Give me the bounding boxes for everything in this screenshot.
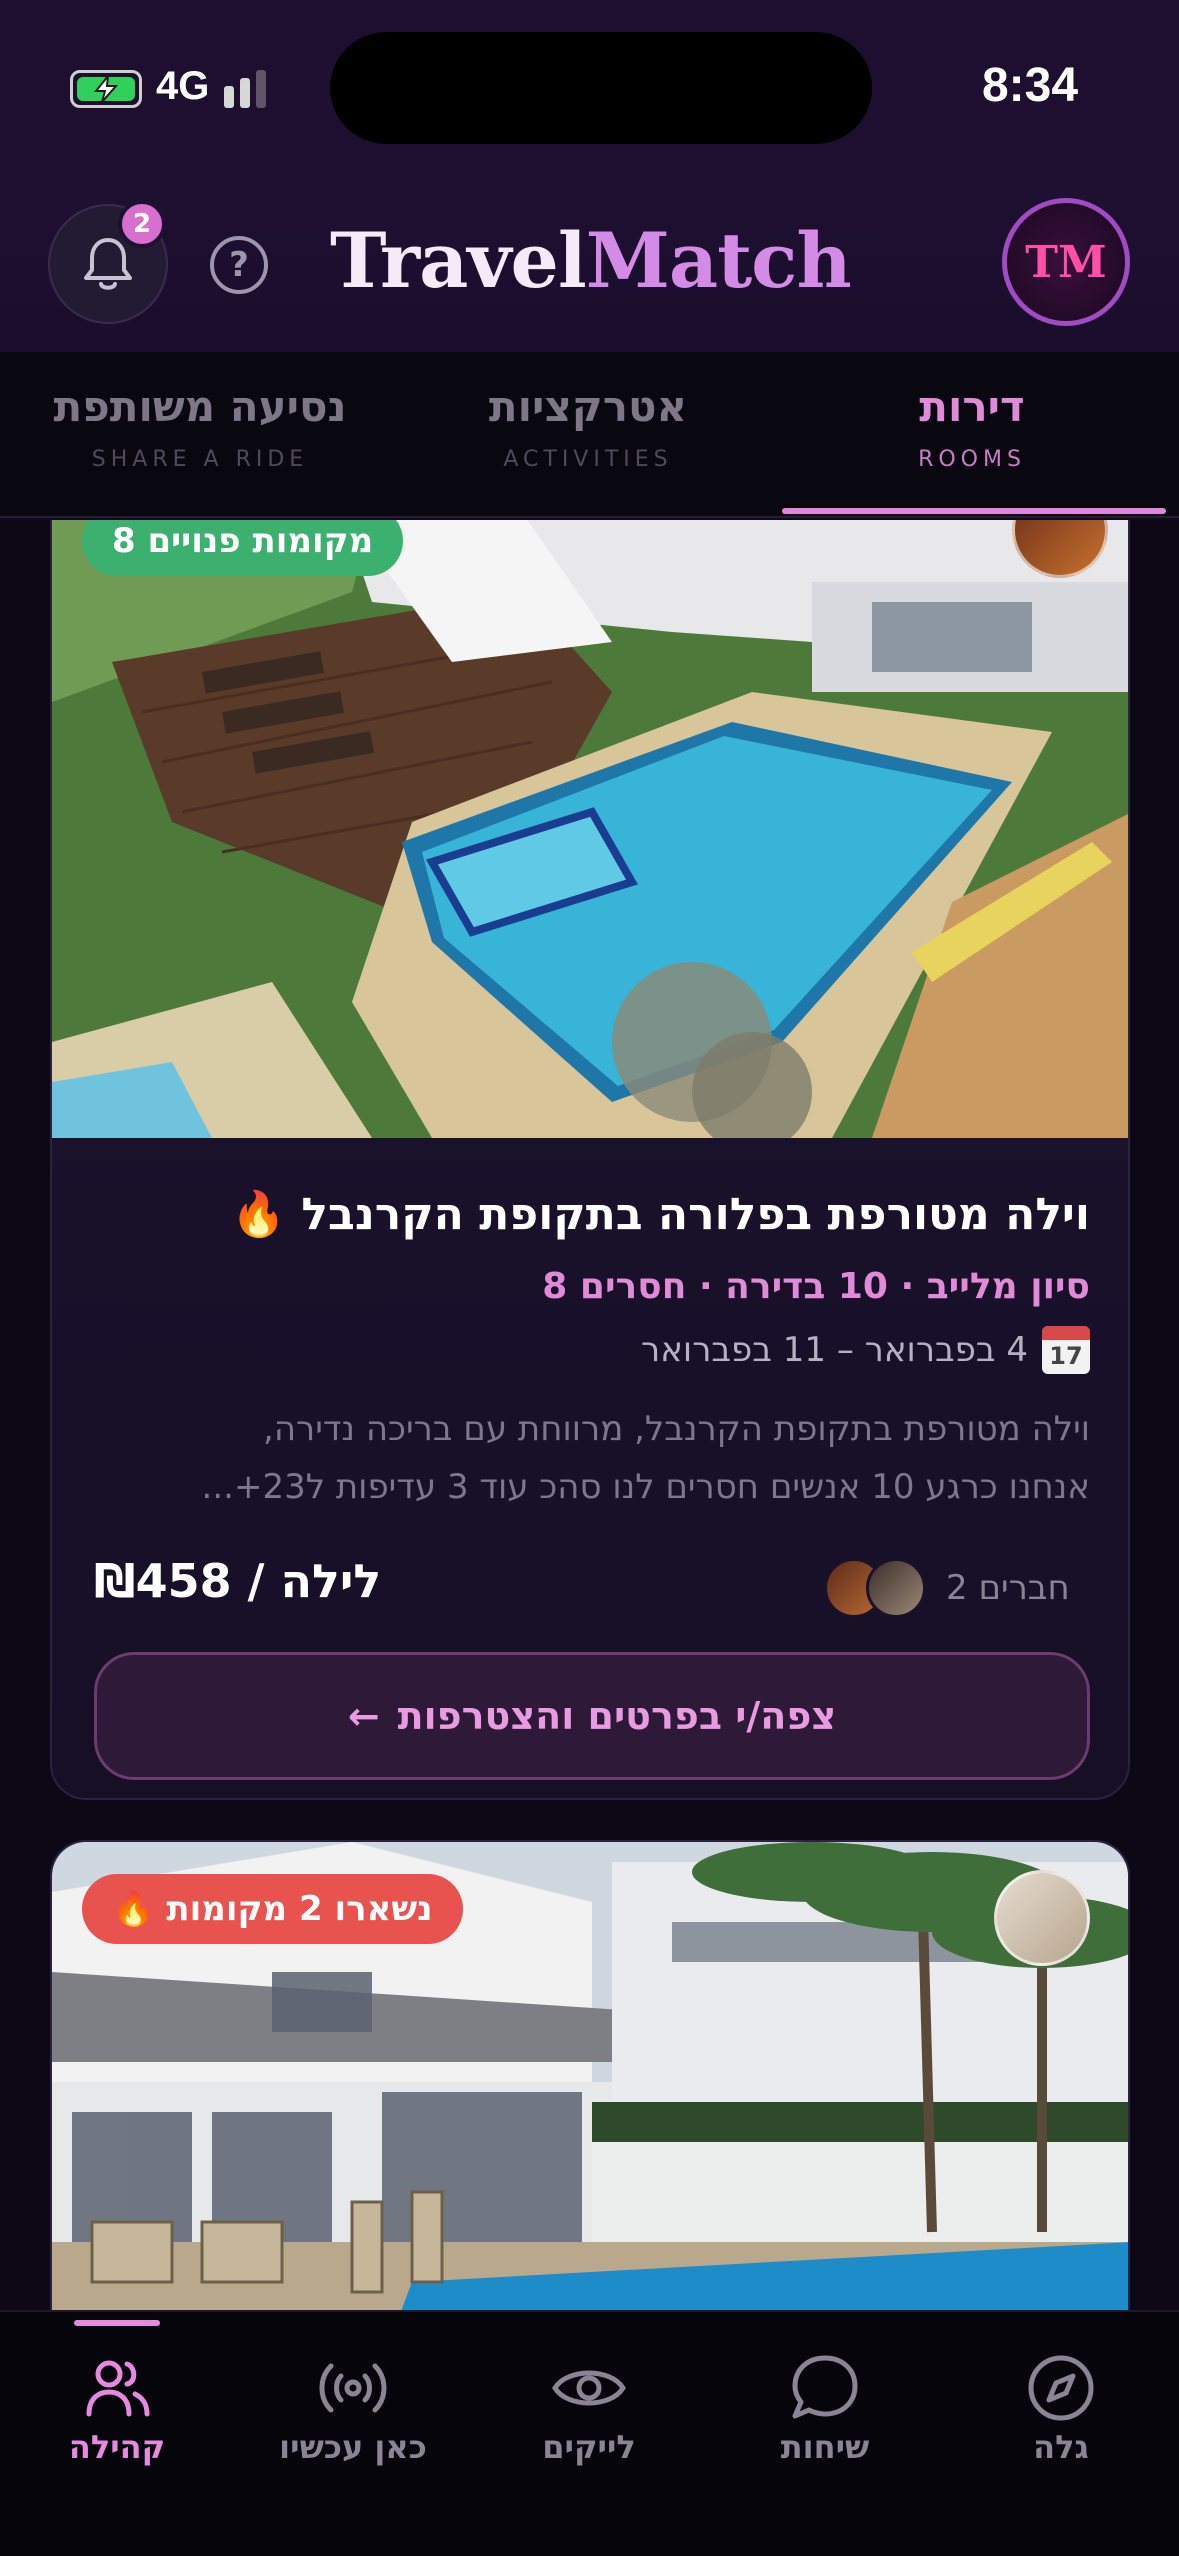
nav-label: כאן עכשיו [279,2428,427,2466]
calendar-day: 17 [1049,1342,1083,1370]
description-line: וילה מטורפת בתקופת הקרנבל, מרווחת עם ברי… [263,1409,1090,1449]
tab-label: דירות [919,382,1025,431]
friends-avatars [824,1558,928,1618]
listing-photo[interactable]: 8 מקומות פנויים [52,520,1128,1138]
broadcast-icon [319,2363,387,2413]
battery-charging-icon [70,70,142,108]
app-logo-wordmark: TravelMatch [330,216,852,305]
dynamic-island [330,32,872,144]
listings-feed[interactable]: 8 מקומות פנויים וילה מטורפת בפלורה בתקופ… [0,520,1179,2310]
listing-card[interactable]: 🔥 נשארו 2 מקומות [50,1840,1130,2310]
view-details-join-button[interactable]: צפה/י בפרטים והצטרפות ← [94,1652,1090,1780]
cta-label: צפה/י בפרטים והצטרפות [397,1694,837,1738]
calendar-icon: 17 [1042,1326,1090,1374]
spots-available-label: 8 מקומות פנויים [112,521,374,561]
notification-count-badge: 2 [118,200,166,248]
eye-icon [552,2370,626,2406]
tab-share-a-ride[interactable]: נסיעה משותפת SHARE A RIDE [10,382,390,472]
users-icon [86,2360,150,2417]
status-bar: 4G 8:34 [0,0,1179,180]
tab-activities[interactable]: אטרקציות ACTIVITIES [398,382,778,472]
friends-count: 2 חברים [946,1568,1070,1608]
price-per-night: ₪458 / לילה [94,1554,382,1608]
profile-logo-text: TM [1025,236,1107,288]
tab-sublabel: ROOMS [918,447,1026,472]
help-button[interactable]: ? [210,236,268,294]
tab-rooms[interactable]: דירות ROOMS [782,382,1162,472]
nav-label: שיחות [780,2428,870,2466]
active-nav-indicator [74,2320,160,2326]
host-avatar[interactable] [994,1870,1090,1966]
status-time: 8:34 [981,59,1079,112]
brand-part-2: Match [585,216,852,305]
tab-label: אטרקציות [488,382,688,431]
active-tab-indicator [782,508,1166,514]
spots-available-badge: 8 מקומות פנויים [82,520,404,576]
network-type: 4G [156,64,210,108]
profile-avatar-button[interactable]: TM [1002,198,1130,326]
tab-sublabel: ACTIVITIES [503,447,673,472]
tab-sublabel: SHARE A RIDE [91,447,309,472]
date-range: 4 בפברואר – 11 בפברואר [641,1330,1028,1370]
description-line: אנחנו כרגע 10 אנשים חסרים לנו סהכ עוד 3 … [201,1467,1090,1507]
spots-remaining-badge: 🔥 נשארו 2 מקומות [82,1874,463,1944]
nav-chats[interactable]: שיחות [725,2348,925,2466]
bottom-navigation: קהילה כאן עכשיו לייקים שיחות גלה [0,2310,1179,2556]
nav-label: קהילה [68,2428,166,2466]
brand-part-1: Travel [330,216,587,305]
friends-going[interactable]: 2 חברים [824,1558,1070,1618]
signal-strength-icon [224,68,282,108]
tab-label: נסיעה משותפת [53,382,347,431]
nav-label: לייקים [542,2428,636,2466]
fire-icon: 🔥 [112,1889,155,1929]
spots-remaining-label: נשארו 2 מקומות [166,1889,433,1929]
category-tabs: נסיעה משותפת SHARE A RIDE אטרקציות ACTIV… [0,352,1179,518]
listing-card[interactable]: 8 מקומות פנויים וילה מטורפת בפלורה בתקופ… [50,520,1130,1800]
listing-description: וילה מטורפת בתקופת הקרנבל, מרווחת עם ברי… [90,1400,1090,1516]
arrow-left-icon: ← [347,1694,380,1738]
nav-discover[interactable]: גלה [961,2348,1161,2466]
listing-dates: 17 4 בפברואר – 11 בפברואר [641,1326,1090,1374]
app-header: 2 ? TravelMatch TM [0,180,1179,352]
friend-avatar [866,1558,926,1618]
chat-bubble-icon [792,2355,858,2419]
listing-title: וילה מטורפת בפלורה בתקופת הקרנבל 🔥 [231,1189,1090,1240]
nav-likes[interactable]: לייקים [489,2348,689,2466]
compass-icon [1028,2355,1094,2421]
nav-label: גלה [1033,2428,1089,2466]
listing-host-meta: סיון מלייב · 10 בדירה · חסרים 8 [542,1266,1090,1307]
nav-community[interactable]: קהילה [17,2348,217,2466]
nav-here-now[interactable]: כאן עכשיו [253,2348,453,2466]
